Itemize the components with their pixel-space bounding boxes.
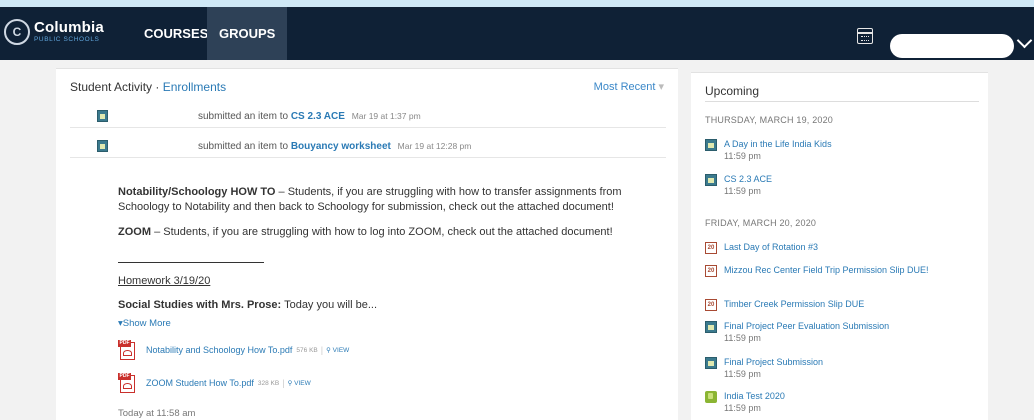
view-link[interactable]: ⚲ VIEW (288, 379, 311, 387)
post-zoom-paragraph: ZOOM – Students, if you are struggling w… (118, 226, 613, 238)
event-time: 11:59 pm (724, 403, 761, 413)
nav-tab-groups[interactable]: GROUPS (207, 7, 288, 60)
calendar-event-icon: 20 (705, 242, 717, 254)
attachment-row: PDF Notability and Schoology How To.pdf … (118, 339, 349, 361)
test-icon (705, 391, 717, 403)
event-time: 11:59 pm (724, 151, 761, 161)
activity-row: submitted an item to Bouyancy worksheet … (70, 132, 666, 158)
calendar-event-icon: 20 (705, 265, 717, 277)
activity-item-link[interactable]: CS 2.3 ACE (291, 111, 345, 122)
pdf-icon: PDF (118, 340, 136, 360)
attachment-link[interactable]: Notability and Schoology How To.pdf (146, 345, 292, 355)
activity-time: Mar 19 at 1:37 pm (351, 111, 421, 121)
assignment-icon (97, 110, 108, 122)
activity-title: Student Activity (70, 80, 153, 94)
homework-heading: Homework 3/19/20 (118, 275, 211, 287)
event-time: 11:59 pm (724, 369, 761, 379)
event-title[interactable]: India Test 2020 (724, 391, 946, 402)
event-time: 11:59 pm (724, 333, 761, 343)
logo-emblem-icon: C (4, 19, 30, 45)
attachment-size: 576 KB (296, 346, 318, 354)
activity-time: Mar 19 at 12:28 pm (397, 141, 472, 151)
event-title[interactable]: A Day in the Life India Kids (724, 139, 946, 150)
show-more-link[interactable]: Show More (118, 318, 171, 329)
social-studies-paragraph: Social Studies with Mrs. Prose: Today yo… (118, 299, 378, 311)
sort-dropdown[interactable]: Most Recent (594, 80, 664, 93)
event-title[interactable]: Final Project Submission (724, 357, 946, 368)
chevron-down-icon[interactable] (1016, 32, 1033, 49)
day-heading: THURSDAY, MARCH 19, 2020 (705, 115, 834, 125)
user-menu[interactable] (890, 34, 1014, 58)
assignment-icon (705, 321, 717, 333)
upcoming-title: Upcoming (705, 84, 979, 102)
event-title[interactable]: Last Day of Rotation #3 (724, 242, 946, 253)
post-divider (118, 262, 264, 263)
calendar-event-icon: 20 (705, 299, 717, 311)
columbia-logo[interactable]: C Columbia PUBLIC SCHOOLS (0, 19, 104, 45)
activity-row: submitted an item to CS 2.3 ACE Mar 19 a… (70, 102, 666, 128)
logo-name: Columbia (34, 19, 104, 37)
view-link[interactable]: ⚲ VIEW (326, 346, 349, 354)
activity-item-link[interactable]: Bouyancy worksheet (291, 141, 391, 152)
assignment-icon (97, 140, 108, 152)
top-strip (0, 0, 1034, 7)
enrollments-link[interactable]: Enrollments (163, 80, 226, 94)
attachment-link[interactable]: ZOOM Student How To.pdf (146, 378, 254, 388)
attachment-row: PDF ZOOM Student How To.pdf 328 KB | ⚲ V… (118, 372, 311, 394)
event-title[interactable]: CS 2.3 ACE (724, 174, 946, 185)
event-title[interactable]: Final Project Peer Evaluation Submission (724, 321, 946, 332)
event-title[interactable]: Timber Creek Permission Slip DUE (724, 299, 946, 310)
day-heading: FRIDAY, MARCH 20, 2020 (705, 218, 817, 228)
logo-subtitle: PUBLIC SCHOOLS (34, 36, 100, 44)
assignment-icon (705, 357, 717, 369)
post-timestamp: Today at 11:58 am (118, 408, 196, 419)
upcoming-panel: Upcoming THURSDAY, MARCH 19, 2020 A Day … (691, 72, 988, 420)
event-title[interactable]: Mizzou Rec Center Field Trip Permission … (724, 265, 946, 276)
assignment-icon (705, 174, 717, 186)
attachment-size: 328 KB (257, 379, 280, 387)
top-navbar: C Columbia PUBLIC SCHOOLS COURSES GROUPS (0, 7, 1034, 60)
pdf-icon: PDF (118, 373, 136, 393)
main-panel: Student Activity · Enrollments Most Rece… (56, 68, 678, 420)
assignment-icon (705, 139, 717, 151)
post-notability-paragraph: Notability/Schoology HOW TO – Students, … (118, 186, 622, 213)
activity-header: Student Activity · Enrollments (70, 80, 227, 94)
event-time: 11:59 pm (724, 186, 761, 196)
calendar-icon[interactable] (857, 28, 873, 44)
